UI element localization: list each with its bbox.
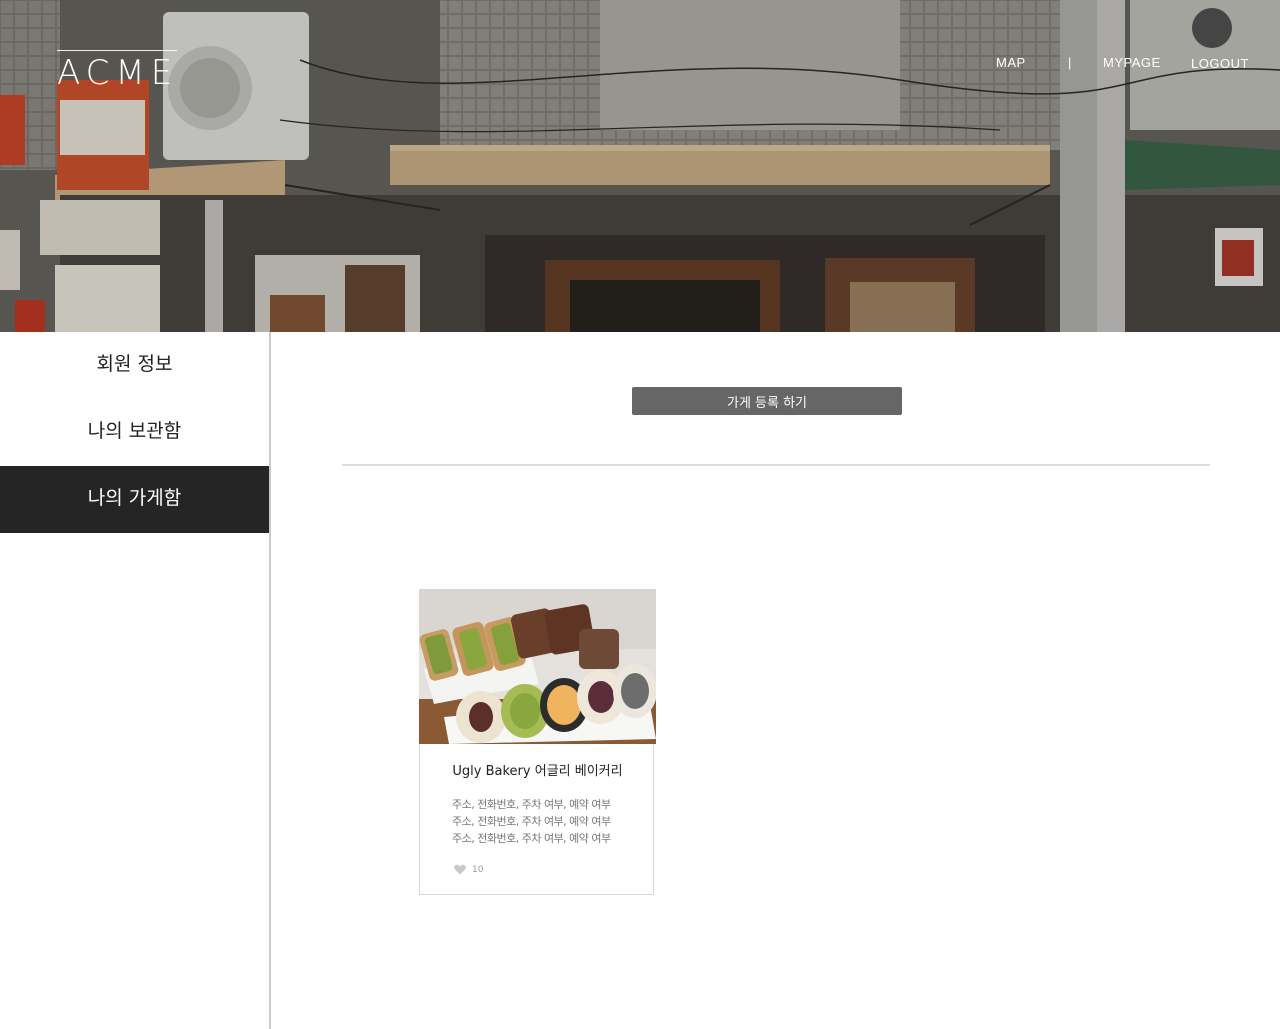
register-store-button[interactable]: 가게 등록 하기 — [632, 387, 902, 415]
store-thumbnail — [419, 589, 656, 744]
sidebar-item-my-stores[interactable]: 나의 가게함 — [0, 466, 269, 533]
heart-icon[interactable] — [454, 864, 466, 875]
nav-separator: | — [1068, 55, 1072, 70]
sidebar-item-member-info[interactable]: 회원 정보 — [0, 332, 269, 399]
storefront-photo — [0, 0, 1280, 332]
sidebar-item-my-storage[interactable]: 나의 보관함 — [0, 399, 269, 466]
store-card[interactable]: Ugly Bakery 어글리 베이커리 주소, 전화번호, 주차 여부, 예약… — [419, 589, 656, 895]
store-info-line: 주소, 전화번호, 주차 여부, 예약 여부 — [452, 832, 611, 845]
store-info: 주소, 전화번호, 주차 여부, 예약 여부 주소, 전화번호, 주차 여부, … — [452, 796, 642, 847]
nav-logout-link[interactable]: LOGOUT — [1191, 56, 1249, 71]
nav-map-link[interactable]: MAP — [996, 55, 1026, 70]
content-divider — [342, 464, 1210, 466]
like-counter[interactable]: 10 — [454, 864, 483, 875]
like-count: 10 — [472, 864, 484, 875]
mypage-sidebar: 회원 정보 나의 보관함 나의 가게함 — [0, 332, 271, 1029]
store-info-line: 주소, 전화번호, 주차 여부, 예약 여부 — [452, 798, 611, 811]
store-name[interactable]: Ugly Bakery 어글리 베이커리 — [420, 760, 655, 779]
site-logo[interactable]: ACME — [57, 50, 177, 93]
hero-banner: ACME MAP | MYPAGE LOGOUT — [0, 0, 1280, 332]
nav-mypage-link[interactable]: MYPAGE — [1103, 55, 1161, 70]
store-info-line: 주소, 전화번호, 주차 여부, 예약 여부 — [452, 815, 611, 828]
